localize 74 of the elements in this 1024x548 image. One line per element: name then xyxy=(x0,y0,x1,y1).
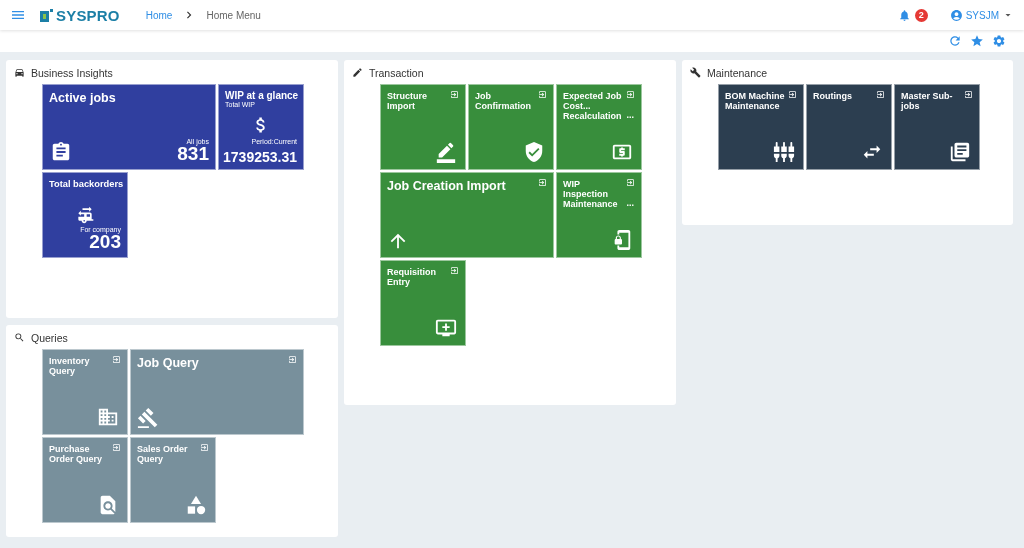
notification-count: 2 xyxy=(914,8,928,22)
launch-icon xyxy=(788,90,797,99)
program-tile[interactable]: Job Creation Import xyxy=(380,172,554,258)
tile-title: BOM Machine Maintenance xyxy=(725,91,786,111)
tile-title: Requisition Entry xyxy=(387,267,437,287)
launch-icon xyxy=(450,90,459,99)
program-tile[interactable]: WIP Inspection Maintenance ... xyxy=(556,172,642,258)
launch-icon xyxy=(538,90,547,99)
more-indicator: ... xyxy=(626,110,634,120)
program-tile[interactable]: Inventory Query xyxy=(42,349,128,435)
more-indicator: ... xyxy=(626,198,634,208)
panel-title: Business Insights xyxy=(31,66,113,79)
monitor-plus-icon xyxy=(435,317,457,339)
tile-title: Purchase Order Query xyxy=(49,444,104,464)
tile-title: WIP Inspection Maintenance xyxy=(563,179,619,209)
panel-title: Queries xyxy=(31,331,68,344)
wrench-icon xyxy=(690,67,701,78)
settings-icon[interactable] xyxy=(992,34,1006,48)
tile-value: 1739253.31 xyxy=(223,149,297,165)
pencil-icon xyxy=(435,141,457,163)
program-tile[interactable]: Master Sub-jobs xyxy=(894,84,980,170)
launch-icon xyxy=(626,90,635,99)
launch-icon xyxy=(538,178,547,187)
program-tile[interactable]: BOM Machine Maintenance xyxy=(718,84,804,170)
panel-title: Maintenance xyxy=(707,66,768,79)
tile-title: Total backorders xyxy=(49,179,125,189)
shield-check-icon xyxy=(523,141,545,163)
tile-title: Sales Order Query xyxy=(137,444,189,464)
program-tile[interactable]: Job Confirmation xyxy=(468,84,554,170)
launch-icon xyxy=(964,90,973,99)
brand-name: SYSPRO xyxy=(56,6,120,24)
breadcrumb-link[interactable]: Home xyxy=(145,9,173,21)
launch-icon xyxy=(626,178,635,187)
launch-icon xyxy=(112,355,121,364)
clipboard-icon xyxy=(50,141,72,163)
user-menu[interactable]: SYSJM xyxy=(949,8,1014,22)
car-icon xyxy=(14,67,25,78)
program-tile[interactable]: Sales Order Query xyxy=(130,437,216,523)
trailer-icon xyxy=(75,205,95,225)
tile-title: Job Confirmation xyxy=(475,91,532,111)
program-tile[interactable]: Routings xyxy=(806,84,892,170)
search-icon xyxy=(14,332,25,343)
launch-icon xyxy=(288,355,297,364)
launch-icon xyxy=(112,443,121,452)
tile-title: Routings xyxy=(813,91,853,101)
star-icon[interactable] xyxy=(970,34,984,48)
account-icon xyxy=(949,8,963,22)
connectors-icon xyxy=(773,141,795,163)
tile-title: Job Creation Import xyxy=(387,179,507,193)
refresh-icon[interactable] xyxy=(948,34,962,48)
logo-icon xyxy=(40,8,53,22)
launch-icon xyxy=(876,90,885,99)
pencil-icon xyxy=(352,67,363,78)
breadcrumb-link[interactable]: Home Menu xyxy=(206,9,261,21)
shapes-icon xyxy=(185,494,207,516)
program-tile[interactable]: Job Query xyxy=(130,349,304,435)
program-tile[interactable]: Requisition Entry xyxy=(380,260,466,346)
tile-title: WIP at a glance xyxy=(225,91,300,101)
tile-title: Master Sub-jobs xyxy=(901,91,954,111)
notifications-icon[interactable] xyxy=(897,8,911,22)
program-tile[interactable]: Structure Import xyxy=(380,84,466,170)
launch-icon xyxy=(450,266,459,275)
tile-title: Expected Job Cost... Recalculation xyxy=(563,91,623,121)
documents-icon xyxy=(949,141,971,163)
program-tile[interactable]: Expected Job Cost... Recalculation ... xyxy=(556,84,642,170)
building-icon xyxy=(97,406,119,428)
tile-title: Job Query xyxy=(137,356,200,370)
tile-title: Inventory Query xyxy=(49,356,91,376)
gavel-icon xyxy=(137,407,159,429)
panel-title: Transaction xyxy=(369,66,424,79)
tile-title: Structure Import xyxy=(387,91,428,111)
launch-icon xyxy=(200,443,209,452)
tile-title: Active jobs xyxy=(49,91,117,105)
program-tile[interactable]: Purchase Order Query xyxy=(42,437,128,523)
